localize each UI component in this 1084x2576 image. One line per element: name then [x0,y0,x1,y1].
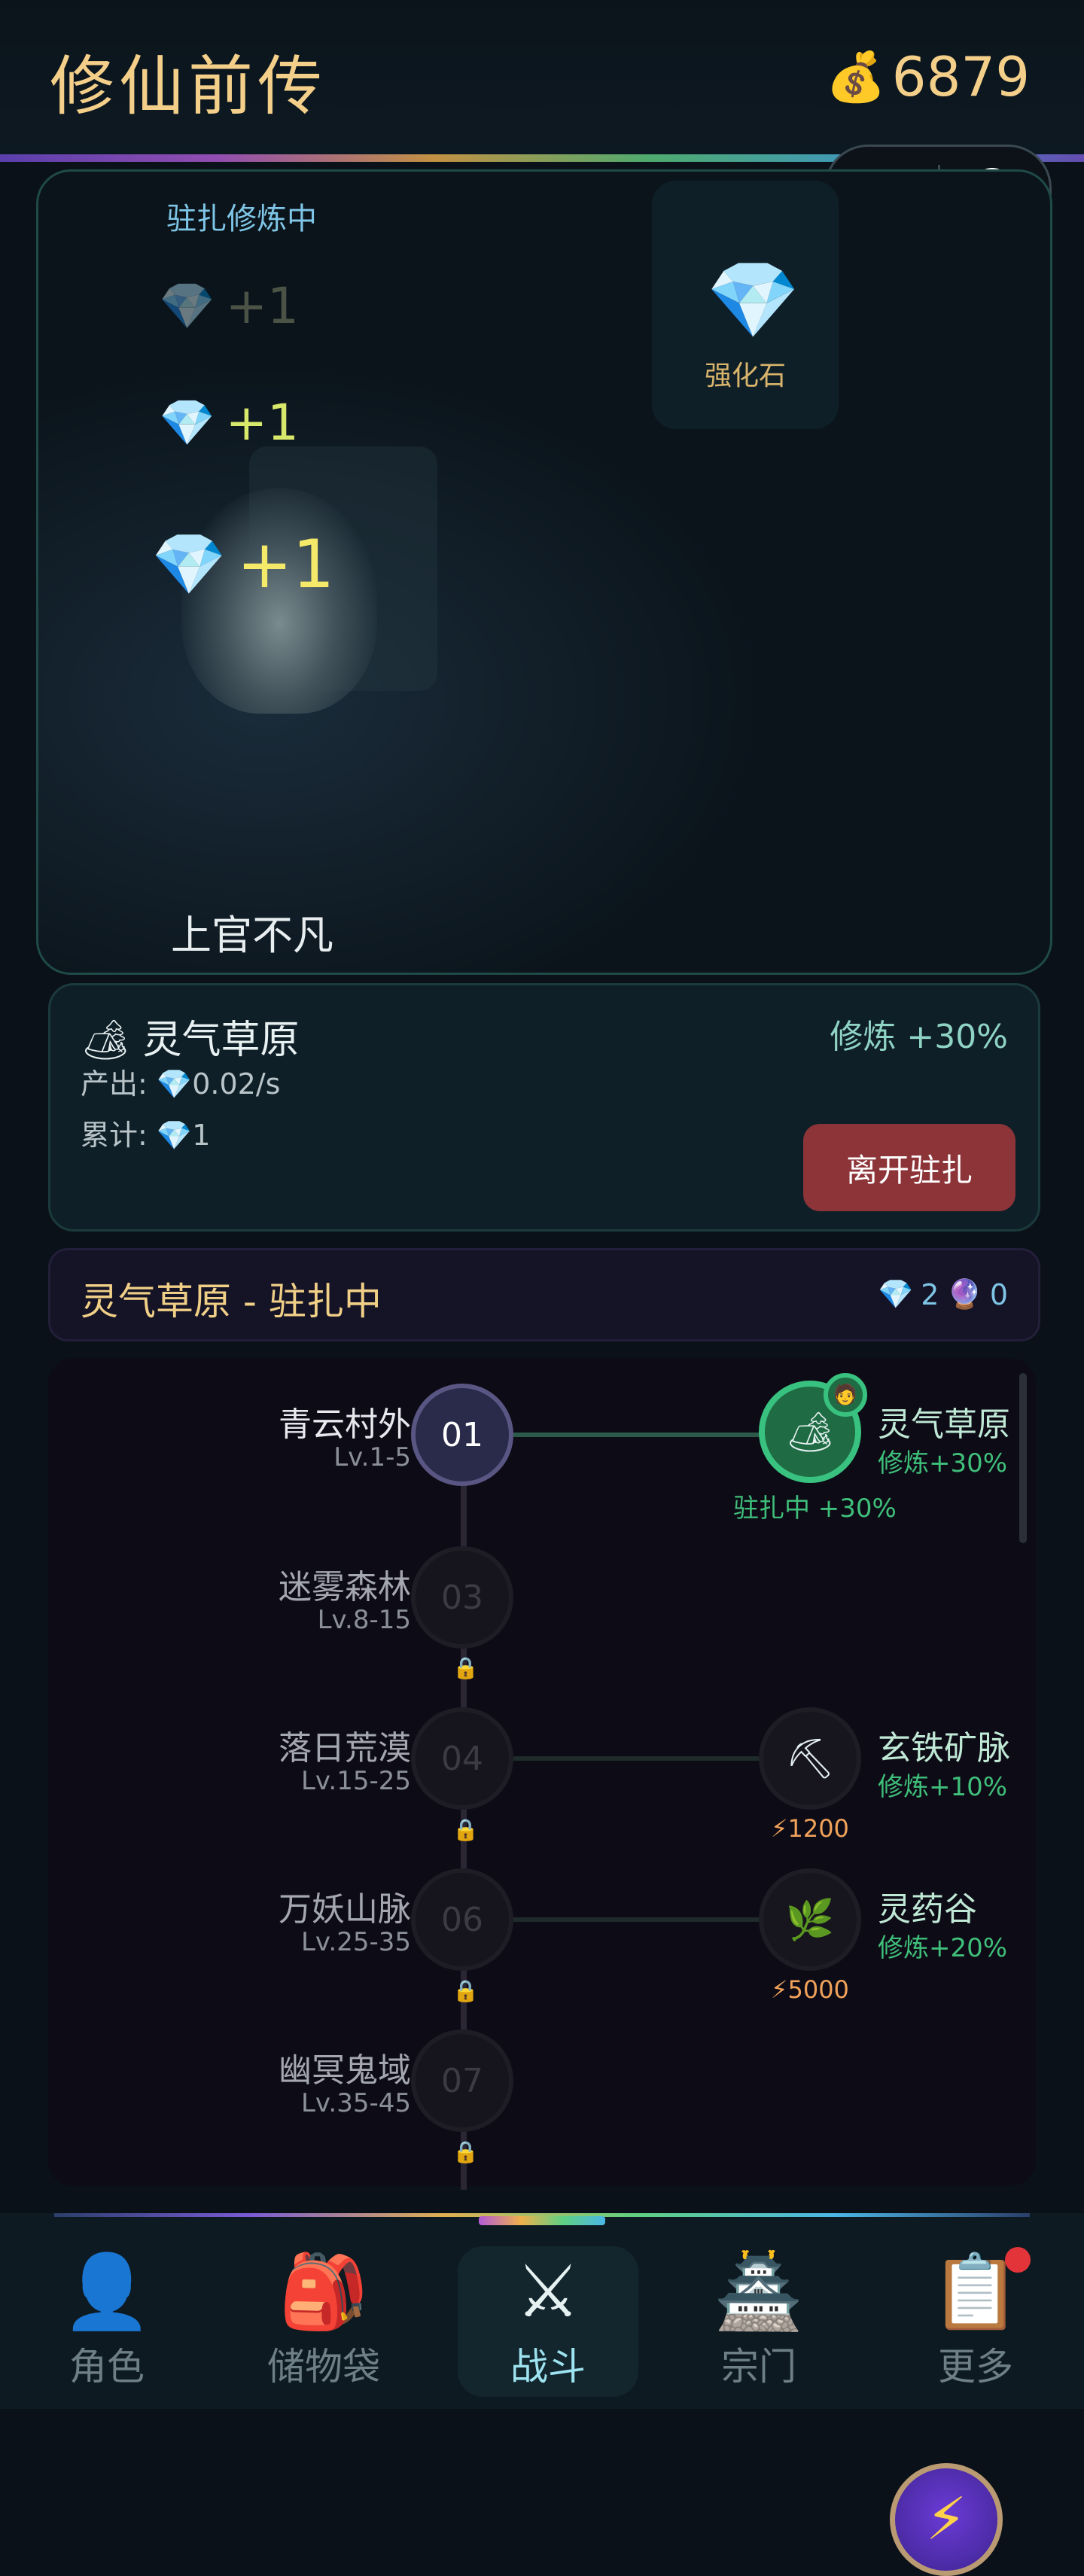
diamond-icon: 💎 [156,1067,193,1101]
cultivation-status: 驻扎修炼中 [166,202,317,236]
diamond-icon: 💎 [151,528,227,599]
total-collected: 累计: 💎1 [81,1119,211,1152]
station-status-title: 灵气草原 - 驻扎中 [81,1280,382,1323]
item-card[interactable]: 💎 强化石 [652,181,839,429]
crystal-ball-icon: 🔮 [946,1277,982,1311]
lock-icon: 🔒 [452,1817,479,1842]
cultivation-panel: 驻扎修炼中 💎 +1 💎 +1 💎 +1 💎 强化石 上官不凡 [36,169,1052,975]
coin-value: 6879 [891,45,1030,108]
float-gain: 💎 +1 [151,525,335,603]
float-gain: 💎 +1 [159,394,300,452]
zone-level: Lv.35-45 [300,2088,411,2118]
tab-role[interactable]: 👤 角色 [17,2246,197,2397]
lock-icon: 🔒 [452,2139,479,2164]
tab-storage-bag[interactable]: 🎒 储物袋 [233,2246,414,2397]
notification-dot [1005,2247,1031,2273]
camping-icon: 🏕 [784,1409,835,1455]
active-indicator [479,2216,605,2225]
person-icon: 👤 [62,2249,152,2334]
item-name: 强化石 [704,361,786,391]
output-rate: 产出: 💎0.02/s [81,1067,281,1101]
zone-map: 青云村外 Lv.1-5 01 迷雾森林 Lv.8-15 03 🔒 落日荒漠 Lv… [48,1358,1036,2576]
clipboard-icon: 📋 [930,2249,1021,2334]
float-gain: 💎 +1 [159,277,300,335]
stationed-label: 驻扎中 +30% [733,1494,897,1524]
zone-name: 落日荒漠 [279,1729,411,1768]
zone-name: 青云村外 [279,1405,411,1444]
zone-node-07[interactable]: 07 [411,2029,513,2132]
resource-counts: 💎 2 🔮 0 [877,1277,1008,1311]
tab-sect[interactable]: 🏯 宗门 [668,2246,849,2397]
zone-name: 幽冥鬼域 [279,2051,411,2090]
zone-level: Lv.15-25 [300,1766,411,1796]
lightning-icon[interactable]: ⚡ [890,2463,1003,2576]
herb-icon: 🌿 [785,1897,835,1943]
tab-more[interactable]: 📋 更多 [885,2246,1066,2397]
game-title: 修仙前传 [50,49,327,124]
character-name: 上官不凡 [171,912,333,959]
crossed-swords-icon: ⚔ [515,2249,581,2334]
lock-icon: 🔒 [452,1978,479,2003]
zone-level: Lv.25-35 [300,1927,411,1957]
spot-cost: ⚡5000 [771,1975,849,2004]
location-card: 🏕 灵气草原 修炼 +30% 产出: 💎0.02/s 累计: 💎1 离开驻扎 [48,983,1040,1232]
zone-level: Lv.8-15 [317,1605,411,1635]
zone-node-06[interactable]: 06 [411,1868,513,1971]
pickaxe-icon: ⛏ [784,1736,835,1782]
zone-name: 万妖山脉 [279,1890,411,1929]
camping-icon: 🏕 [81,1018,131,1063]
map-scrollbar[interactable] [1019,1373,1027,1543]
bottom-nav: 👤 角色 🎒 储物袋 ⚔ 战斗 🏯 宗门 📋 更多 [0,2213,1084,2409]
lightning-icon: ⚡ [771,1814,788,1843]
spot-bonus: 修炼+30% [878,1448,1008,1478]
spot-node-herb-valley[interactable]: 🌿 [759,1868,861,1971]
castle-icon: 🏯 [714,2249,804,2334]
zone-node-01[interactable]: 01 [411,1384,513,1486]
zone-node-03[interactable]: 03 [411,1546,513,1649]
spot-name: 灵药谷 [878,1890,977,1929]
station-status-bar: 灵气草原 - 驻扎中 💎 2 🔮 0 [48,1248,1040,1341]
lightning-icon: ⚡ [771,1975,788,2004]
lock-icon: 🔒 [452,1655,479,1680]
diamond-icon: 💎 [706,256,800,344]
spot-name: 灵气草原 [878,1405,1010,1444]
backpack-icon: 🎒 [279,2249,369,2334]
tab-battle[interactable]: ⚔ 战斗 [458,2246,638,2397]
spot-cost: ⚡1200 [771,1814,849,1843]
diamond-icon: 💎 [159,397,215,449]
zone-level: Lv.1-5 [333,1442,411,1472]
diamond-icon: 💎 [156,1119,193,1152]
location-bonus: 修炼 +30% [830,1018,1008,1056]
spot-bonus: 修炼+10% [878,1772,1008,1802]
header: 修仙前传 💰 6879 [0,0,1084,158]
money-bag-icon: 💰 [826,49,886,105]
zone-name: 迷雾森林 [279,1568,411,1606]
spot-bonus: 修炼+20% [878,1933,1008,1963]
coin-counter: 💰 6879 [826,45,1030,108]
spot-node-iron-mine[interactable]: ⛏ [759,1707,861,1810]
diamond-icon: 💎 [159,280,215,333]
location-title: 🏕 灵气草原 [81,1018,300,1063]
diamond-icon: 💎 [877,1277,914,1311]
spot-name: 玄铁矿脉 [878,1729,1010,1768]
leave-station-button[interactable]: 离开驻扎 [803,1124,1015,1211]
avatar-badge: 🧑 [824,1373,867,1417]
zone-node-04[interactable]: 04 [411,1707,513,1810]
